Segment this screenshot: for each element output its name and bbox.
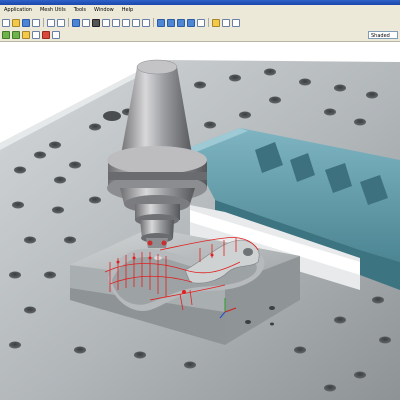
select-icon[interactable]: [222, 18, 230, 27]
machining-scene: [0, 43, 400, 400]
toolbar-separator: [68, 18, 69, 27]
toolbar-separator: [43, 18, 44, 27]
view-mode-select[interactable]: Shaded: [368, 31, 398, 39]
hidden-line-icon[interactable]: [92, 18, 100, 27]
main-toolbar: [0, 16, 400, 29]
tool-icon[interactable]: [22, 31, 30, 39]
menu-mesh-utils[interactable]: Mesh Utils: [36, 5, 70, 16]
open-icon[interactable]: [12, 18, 20, 27]
zoom-out-icon[interactable]: [122, 18, 130, 27]
toolbar-separator: [208, 18, 209, 27]
menu-help[interactable]: Help: [118, 5, 137, 16]
toolbar-separator: [153, 18, 154, 27]
shaded-view-icon[interactable]: [72, 18, 80, 27]
table-bore: [103, 111, 121, 121]
stop-icon[interactable]: [42, 31, 50, 39]
view-top-icon[interactable]: [157, 18, 165, 27]
view-front-icon[interactable]: [167, 18, 175, 27]
wireframe-icon[interactable]: [82, 18, 90, 27]
menu-window[interactable]: Window: [90, 5, 118, 16]
settings-icon[interactable]: [52, 31, 60, 39]
view-side-icon[interactable]: [177, 18, 185, 27]
menu-application[interactable]: Application: [0, 5, 36, 16]
print-icon[interactable]: [32, 18, 40, 27]
measure-icon[interactable]: [212, 18, 220, 27]
pan-icon[interactable]: [142, 18, 150, 27]
help-icon[interactable]: [232, 18, 240, 27]
stock-icon[interactable]: [32, 31, 40, 39]
rotate-icon[interactable]: [102, 18, 110, 27]
play-icon[interactable]: [2, 31, 10, 39]
new-icon[interactable]: [2, 18, 10, 27]
zoom-in-icon[interactable]: [112, 18, 120, 27]
save-icon[interactable]: [22, 18, 30, 27]
fit-icon[interactable]: [132, 18, 140, 27]
section-icon[interactable]: [197, 18, 205, 27]
menu-tools[interactable]: Tools: [70, 5, 90, 16]
step-icon[interactable]: [12, 31, 20, 39]
view-iso-icon[interactable]: [187, 18, 195, 27]
secondary-toolbar: Shaded: [0, 29, 400, 42]
3d-viewport[interactable]: [0, 43, 400, 400]
undo-icon[interactable]: [47, 18, 55, 27]
redo-icon[interactable]: [57, 18, 65, 27]
